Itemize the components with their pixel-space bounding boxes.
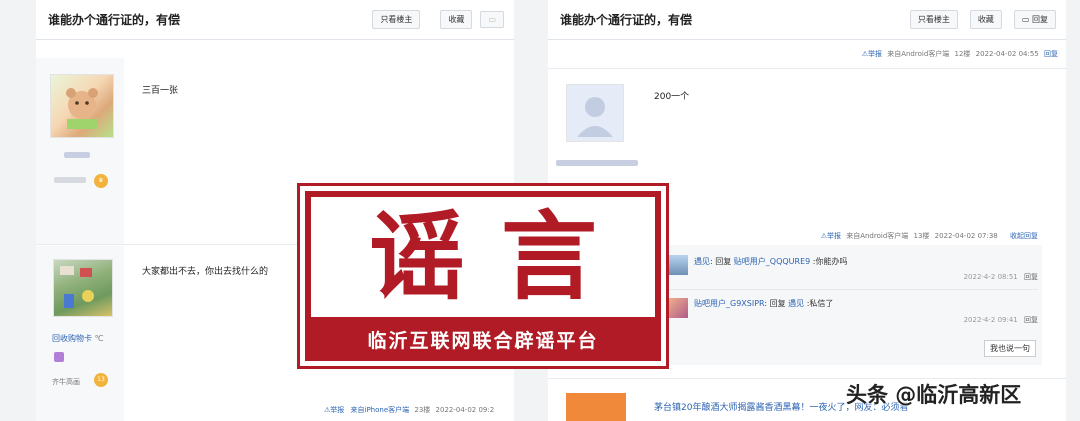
rumor-stamp: 谣言 临沂互联网联合辟谣平台 — [297, 183, 669, 369]
floor-number: 23楼 — [414, 406, 431, 414]
screenshot-composite: 谁能办个通行证的，有偿 只看楼主 收藏 ▭ ♛ 三百一张 回收购物卡 ℃ 齐牛高… — [0, 0, 1080, 421]
post2-username[interactable]: 回收购物卡 ℃ — [52, 333, 104, 344]
client-label: 来自iPhone客户端 — [350, 406, 410, 414]
stamp-red-frame: 谣言 临沂互联网联合辟谣平台 — [305, 191, 661, 361]
post1-text: 三百一张 — [142, 86, 179, 96]
level-name: 齐牛高画 — [52, 378, 80, 386]
reply-time: 2022-4-2 09:41 回复 — [963, 316, 1038, 324]
reply-target[interactable]: 遇见 — [788, 299, 804, 308]
reply-icon-button[interactable]: ▭ — [480, 11, 504, 28]
stamp-subtitle: 临沂互联网联合辟谣平台 — [367, 330, 599, 352]
game-avatar[interactable] — [53, 259, 113, 317]
user-silhouette-icon — [577, 97, 613, 137]
source-watermark: 头条 @临沂高新区 — [846, 383, 1022, 407]
left-thread-header: 谁能办个通行证的，有偿 只看楼主 收藏 ▭ — [36, 0, 514, 40]
post1-meta: ⚠举报 来自Android客户端 12楼 2022-04-02 04:55 回复 — [862, 49, 1058, 59]
reply-time: 2022-4-2 08:51 回复 — [963, 273, 1038, 281]
collapse-replies-link[interactable]: 收起回复 — [1010, 232, 1038, 240]
floor-number: 12楼 — [954, 50, 971, 58]
only-owner-button[interactable]: 只看楼主 — [909, 10, 958, 29]
bear-avatar[interactable] — [50, 74, 114, 138]
reply-item: 贴吧用户_G9XSIPR: 回复 遇见 :私信了 — [694, 299, 834, 308]
reply-avatar[interactable] — [668, 298, 688, 318]
blurred-level — [54, 177, 86, 183]
client-label: 来自Android客户端 — [887, 50, 950, 58]
reply-item: 遇见: 回复 贴吧用户_QQQURE9 :你能办吗 — [694, 257, 848, 266]
default-avatar[interactable] — [566, 84, 624, 142]
ad-thumbnail[interactable] — [566, 393, 626, 421]
reply-content: :你能办吗 — [812, 257, 848, 266]
post2-text: 200一个 — [654, 92, 690, 102]
reply-user[interactable]: 贴吧用户_G9XSIPR — [694, 299, 764, 308]
thread-title: 谁能办个通行证的，有偿 — [560, 13, 693, 27]
report-link[interactable]: ⚠举报 — [821, 232, 841, 240]
post-divider — [548, 68, 1066, 69]
reply-link[interactable]: 回复 — [1044, 50, 1058, 58]
stamp-word-area: 谣言 — [311, 197, 655, 317]
reply-content: :私信了 — [806, 299, 834, 308]
username-suffix: ℃ — [94, 334, 104, 343]
level-number-badge: 13 — [94, 373, 108, 387]
post-date: 2022-04-02 07:38 — [934, 232, 998, 240]
level-badge-icon: ♛ — [94, 174, 108, 188]
right-thread-header: 谁能办个通行证的，有偿 只看楼主 收藏 ▭ 回复 — [548, 0, 1066, 40]
favorite-button[interactable]: 收藏 — [969, 10, 1002, 29]
client-label: 来自Android客户端 — [846, 232, 909, 240]
post2-text: 大家都出不去，你出去找什么的 — [142, 267, 269, 277]
reply-user[interactable]: 遇见 — [694, 257, 710, 266]
reply-link[interactable]: 回复 — [1024, 273, 1038, 281]
floor-number: 13楼 — [913, 232, 930, 240]
post2-meta: ⚠举报 来自iPhone客户端 23楼 2022-04-02 09:2 — [324, 405, 494, 415]
reply-avatar[interactable] — [668, 255, 688, 275]
member-icon — [54, 352, 64, 362]
say-something-button[interactable]: 我也说一句 — [984, 340, 1036, 357]
reply-target[interactable]: 贴吧用户_QQQURE9 — [734, 257, 810, 266]
stamp-word: 谣言 — [369, 200, 633, 313]
post-date: 2022-04-02 09:2 — [435, 406, 495, 414]
bear-icon — [66, 88, 98, 129]
blurred-username — [556, 160, 638, 166]
blurred-username — [64, 152, 90, 158]
reply-button[interactable]: ▭ 回复 — [1013, 10, 1056, 29]
favorite-button[interactable]: 收藏 — [440, 10, 473, 29]
reply-action: 回复 — [769, 299, 786, 308]
reply-list: 遇见: 回复 贴吧用户_QQQURE9 :你能办吗 2022-4-2 08:51… — [664, 245, 1042, 365]
reply-divider — [668, 289, 1038, 290]
thread-title: 谁能办个通行证的，有偿 — [48, 13, 181, 27]
only-owner-button[interactable]: 只看楼主 — [372, 10, 421, 29]
reply-action: 回复 — [715, 257, 732, 266]
reply-link[interactable]: 回复 — [1024, 316, 1038, 324]
post2-meta: ⚠举报 来自Android客户端 13楼 2022-04-02 07:38 收起… — [821, 231, 1038, 241]
post-date: 2022-04-02 04:55 — [975, 50, 1039, 58]
report-link[interactable]: ⚠举报 — [324, 406, 344, 414]
report-link[interactable]: ⚠举报 — [862, 50, 882, 58]
game-icon — [60, 266, 94, 308]
